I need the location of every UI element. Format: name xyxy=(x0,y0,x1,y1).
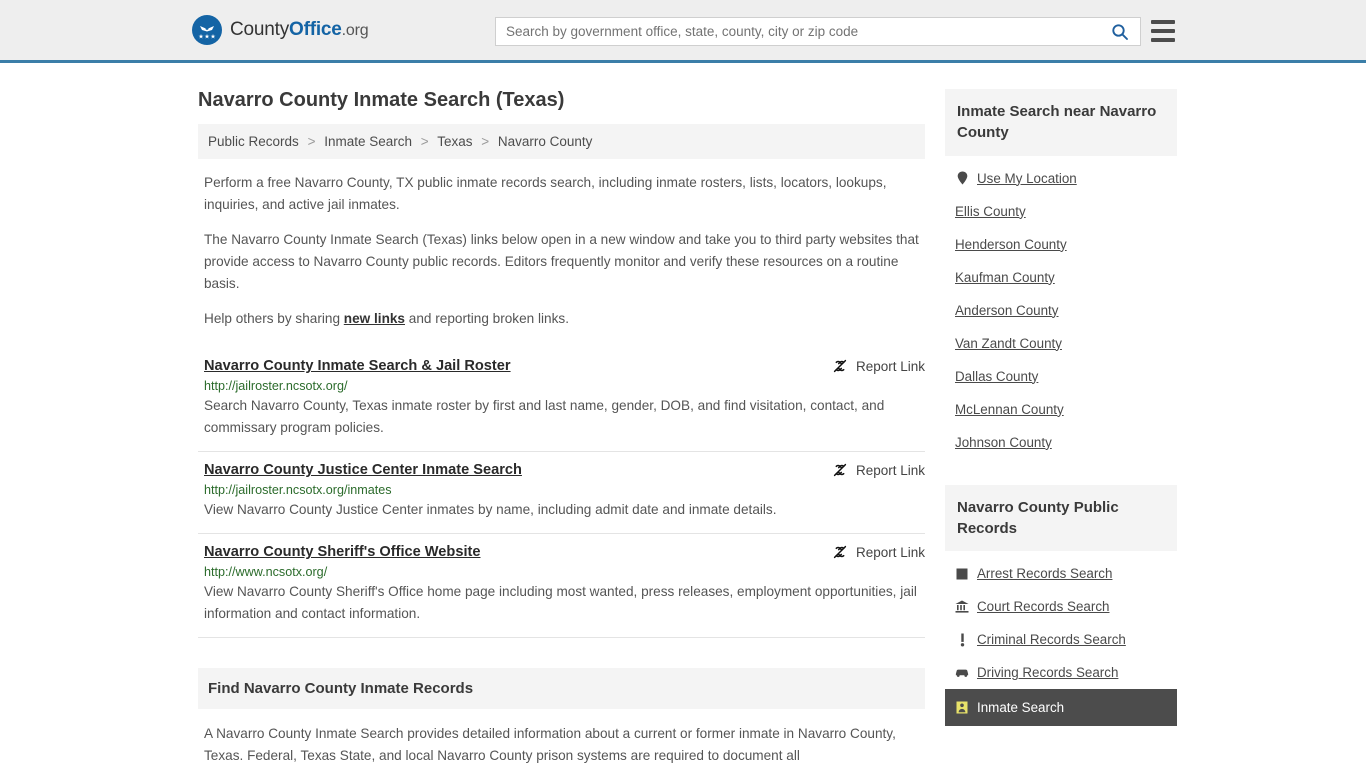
brand-text: CountyOffice.org xyxy=(230,19,369,41)
page-title: Navarro County Inmate Search (Texas) xyxy=(198,89,565,111)
result-item: Navarro County Justice Center Inmate Sea… xyxy=(198,452,925,535)
breadcrumb-item-navarro-county[interactable]: Navarro County xyxy=(498,134,593,149)
courthouse-icon xyxy=(955,600,969,614)
broken-link-icon xyxy=(833,545,847,559)
main-column: Navarro County Inmate Search (Texas) Pub… xyxy=(198,63,925,767)
sidebar-public-records-heading: Navarro County Public Records xyxy=(945,484,1177,552)
sidebar-link-label[interactable]: Use My Location xyxy=(977,171,1077,186)
sidebar-item-kaufman-county[interactable]: Kaufman County xyxy=(945,261,1177,294)
breadcrumb-separator: > xyxy=(481,134,490,149)
sidebar-public-records-list: Arrest Records Search Court Records Sear… xyxy=(945,551,1177,727)
sidebar-link-label[interactable]: McLennan County xyxy=(955,402,1064,417)
brand-part-org: .org xyxy=(341,22,369,39)
site-header: CountyOffice.org xyxy=(0,0,1366,63)
search-button[interactable] xyxy=(1100,18,1140,45)
breadcrumb-separator: > xyxy=(307,134,316,149)
sidebar-link-label[interactable]: Ellis County xyxy=(955,204,1026,219)
sidebar-item-johnson-county[interactable]: Johnson County xyxy=(945,426,1177,459)
broken-link-icon xyxy=(833,463,847,477)
result-title-link[interactable]: Navarro County Sheriff's Office Website xyxy=(204,544,481,560)
sidebar-link-label[interactable]: Henderson County xyxy=(955,237,1067,252)
sidebar-item-arrest-records-search[interactable]: Arrest Records Search xyxy=(945,557,1177,590)
find-records-paragraph: A Navarro County Inmate Search provides … xyxy=(204,726,896,764)
hamburger-bar xyxy=(1151,29,1175,33)
breadcrumb: Public Records > Inmate Search > Texas >… xyxy=(198,124,925,159)
result-title-link[interactable]: Navarro County Inmate Search & Jail Rost… xyxy=(204,358,511,374)
broken-link-icon xyxy=(833,359,847,373)
sidebar-item-ellis-county[interactable]: Ellis County xyxy=(945,195,1177,228)
hamburger-menu-icon[interactable] xyxy=(1151,20,1175,42)
sidebar-link-label[interactable]: Van Zandt County xyxy=(955,336,1062,351)
sidebar-link-label[interactable]: Johnson County xyxy=(955,435,1052,450)
sidebar-link-label[interactable]: Kaufman County xyxy=(955,270,1055,285)
hamburger-bar xyxy=(1151,20,1175,24)
exclamation-icon xyxy=(955,633,969,647)
intro-paragraph-1: Perform a free Navarro County, TX public… xyxy=(204,175,887,213)
result-item: Navarro County Inmate Search & Jail Rost… xyxy=(198,348,925,453)
hamburger-bar xyxy=(1151,38,1175,42)
sidebar-link-label[interactable]: Court Records Search xyxy=(977,599,1109,614)
breadcrumb-separator: > xyxy=(420,134,429,149)
sidebar-item-use-my-location[interactable]: Use My Location xyxy=(945,162,1177,195)
inmate-icon xyxy=(955,701,969,715)
sidebar-item-anderson-county[interactable]: Anderson County xyxy=(945,294,1177,327)
results-list: Navarro County Inmate Search & Jail Rost… xyxy=(198,348,925,639)
sidebar-nearby-list: Use My Location Ellis County Henderson C… xyxy=(945,156,1177,459)
site-logo[interactable]: CountyOffice.org xyxy=(192,15,369,45)
search-bar xyxy=(495,17,1141,46)
eagle-shield-icon xyxy=(192,15,222,45)
result-description: View Navarro County Sheriff's Office hom… xyxy=(204,584,917,622)
report-link-label: Report Link xyxy=(855,358,925,374)
breadcrumb-item-inmate-search[interactable]: Inmate Search xyxy=(324,134,412,149)
sidebar-item-court-records-search[interactable]: Court Records Search xyxy=(945,590,1177,623)
sidebar-link-label[interactable]: Anderson County xyxy=(955,303,1058,318)
report-link-button[interactable]: Report Link xyxy=(832,462,925,478)
brand-part-office: Office xyxy=(289,19,342,40)
sidebar-link-label[interactable]: Dallas County xyxy=(955,369,1038,384)
intro-paragraph-3: Help others by sharing new links and rep… xyxy=(204,308,925,330)
intro-paragraph-2: The Navarro County Inmate Search (Texas)… xyxy=(204,232,919,292)
new-links-link[interactable]: new links xyxy=(344,311,405,326)
breadcrumb-item-public-records[interactable]: Public Records xyxy=(208,134,299,149)
sidebar-item-henderson-county[interactable]: Henderson County xyxy=(945,228,1177,261)
sidebar-item-driving-records-search[interactable]: Driving Records Search xyxy=(945,656,1177,689)
result-url: http://jailroster.ncsotx.org/ xyxy=(204,379,348,394)
breadcrumb-item-texas[interactable]: Texas xyxy=(437,134,472,149)
find-records-body: A Navarro County Inmate Search provides … xyxy=(198,723,925,767)
report-link-button[interactable]: Report Link xyxy=(832,544,925,560)
sidebar-link-label[interactable]: Driving Records Search xyxy=(977,665,1118,680)
map-pin-icon xyxy=(955,171,969,185)
result-item: Navarro County Sheriff's Office Website … xyxy=(198,534,925,639)
intro-section: Perform a free Navarro County, TX public… xyxy=(198,172,925,330)
find-records-heading: Find Navarro County Inmate Records xyxy=(198,668,925,710)
page-container: Navarro County Inmate Search (Texas) Pub… xyxy=(0,63,1366,767)
sidebar-item-inmate-search[interactable]: Inmate Search xyxy=(945,689,1177,727)
brand-part-county: County xyxy=(230,19,290,40)
intro-text-after: and reporting broken links. xyxy=(405,311,569,327)
sidebar-link-label[interactable]: Inmate Search xyxy=(977,700,1064,715)
report-link-label: Report Link xyxy=(855,462,925,478)
sidebar-public-records-block: Navarro County Public Records Arrest Rec… xyxy=(945,484,1177,727)
search-icon xyxy=(1112,23,1128,40)
sidebar-item-van-zandt-county[interactable]: Van Zandt County xyxy=(945,327,1177,360)
sidebar-item-mclennan-county[interactable]: McLennan County xyxy=(945,393,1177,426)
sidebar: Inmate Search near Navarro County Use My… xyxy=(945,89,1177,767)
result-description: Search Navarro County, Texas inmate rost… xyxy=(204,398,885,436)
car-icon xyxy=(955,666,969,680)
sidebar-link-label[interactable]: Criminal Records Search xyxy=(977,632,1126,647)
square-icon xyxy=(955,567,969,581)
intro-text-before: Help others by sharing xyxy=(204,311,344,327)
sidebar-item-dallas-county[interactable]: Dallas County xyxy=(945,360,1177,393)
result-description: View Navarro County Justice Center inmat… xyxy=(204,502,777,518)
sidebar-nearby-heading: Inmate Search near Navarro County xyxy=(945,89,1177,156)
sidebar-link-label[interactable]: Arrest Records Search xyxy=(977,566,1112,581)
result-title-link[interactable]: Navarro County Justice Center Inmate Sea… xyxy=(204,462,522,478)
sidebar-item-criminal-records-search[interactable]: Criminal Records Search xyxy=(945,623,1177,656)
report-link-label: Report Link xyxy=(855,544,925,560)
result-url: http://www.ncsotx.org/ xyxy=(204,565,328,580)
report-link-button[interactable]: Report Link xyxy=(832,358,925,374)
search-input[interactable] xyxy=(496,18,1100,45)
result-url: http://jailroster.ncsotx.org/inmates xyxy=(204,483,392,498)
